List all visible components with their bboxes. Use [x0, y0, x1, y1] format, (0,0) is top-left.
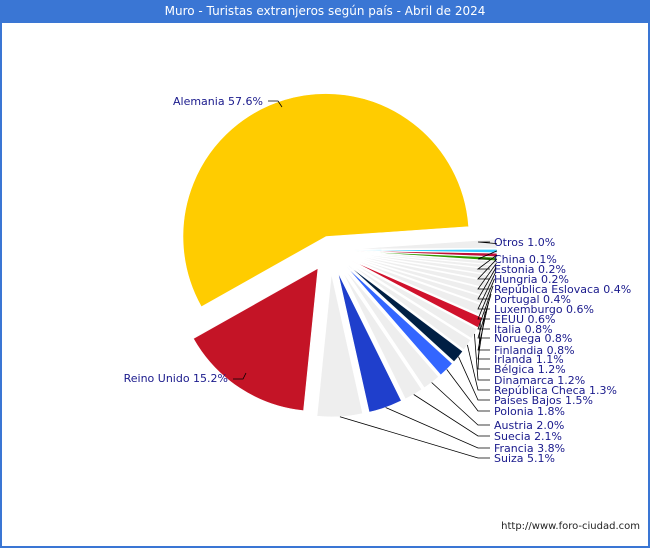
leader-francia [385, 407, 490, 449]
label-reino-unido: Reino Unido 15.2% [124, 372, 228, 385]
leader-austria [431, 382, 490, 426]
source-credit: http://www.foro-ciudad.com [501, 521, 640, 532]
pie-slice-otros [353, 238, 498, 250]
label-suiza: Suiza 5.1% [494, 452, 555, 465]
pie-chart: Alemania 57.6% Reino Unido 15.2% Otros 1.0… [124, 93, 631, 465]
label-alemania: Alemania 57.6% [173, 95, 263, 108]
label-otros: Otros 1.0% [494, 236, 555, 249]
label-polonia: Polonia 1.8% [494, 405, 565, 418]
leader-dinamarca [474, 333, 490, 381]
leader-paises-bajos [458, 356, 490, 401]
leader-suiza [339, 416, 490, 459]
